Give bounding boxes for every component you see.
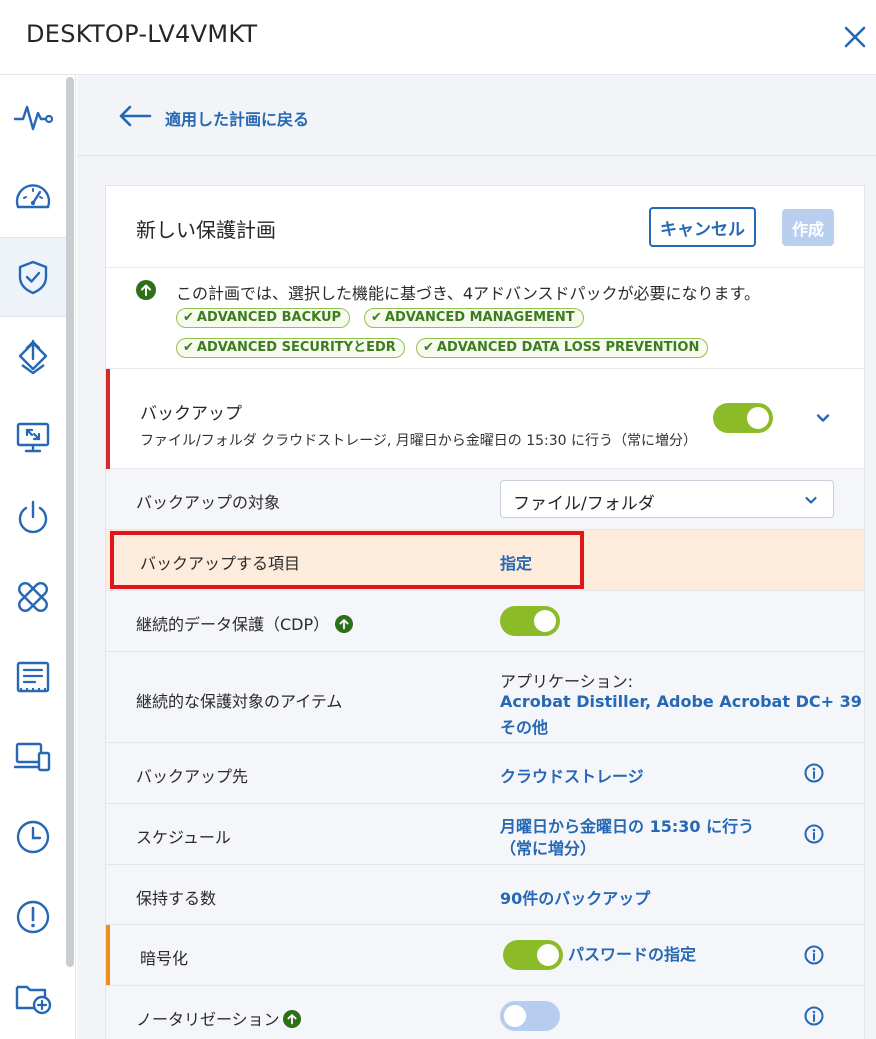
cdp-toggle[interactable] — [500, 606, 560, 636]
protection-plan-card: 新しい保護計画 キャンセル 作成 この計画では、選択した機能に基づき、4アドバン… — [105, 185, 865, 1039]
warning-indicator-bar — [106, 925, 110, 985]
plan-header: 新しい保護計画 キャンセル 作成 — [106, 186, 864, 268]
backup-toggle[interactable] — [713, 403, 773, 433]
backup-section-title: バックアップ — [140, 404, 242, 424]
toggle-knob — [747, 407, 769, 429]
info-icon[interactable] — [804, 1006, 824, 1026]
pack-tag-dlp: ✔ ADVANCED DATA LOSS PREVENTION — [416, 338, 709, 358]
history-clock-icon — [16, 820, 50, 854]
sidebar-item-devices[interactable] — [0, 717, 66, 797]
chevron-down-icon — [805, 496, 817, 504]
upgrade-arrow-icon — [282, 1010, 301, 1028]
shield-check-icon — [18, 260, 48, 295]
destination-label: バックアップ先 — [136, 767, 249, 786]
check-icon: ✔ — [371, 310, 382, 325]
row-backup-items[interactable]: バックアップする項目 指定 — [106, 530, 864, 591]
back-to-plan-link[interactable]: 適用した計画に戻る — [165, 106, 309, 130]
schedule-link[interactable]: 月曜日から金曜日の 15:30 に行う — [500, 813, 754, 837]
check-icon: ✔ — [183, 310, 194, 325]
row-notarization: ノータリゼーション — [106, 986, 864, 1039]
sidebar-item-activity[interactable] — [0, 77, 66, 157]
backup-target-select[interactable]: ファイル/フォルダ — [500, 480, 834, 518]
backup-items-label: バックアップする項目 — [140, 554, 301, 573]
row-destination: バックアップ先 クラウドストレージ — [106, 743, 864, 804]
pack-tag-management: ✔ ADVANCED MANAGEMENT — [364, 308, 584, 328]
cdp-items-apps-link[interactable]: Acrobat Distiller, Adobe Acrobat DC+ 39 — [500, 692, 862, 711]
upgrade-arrow-icon — [335, 615, 354, 633]
patch-icon — [18, 582, 48, 612]
back-link-bar: 適用した計画に戻る — [77, 75, 876, 156]
info-icon[interactable] — [804, 763, 824, 783]
sidebar-item-patch[interactable] — [0, 557, 66, 637]
sidebar-scrollbar[interactable] — [66, 77, 74, 967]
alert-icon — [16, 900, 50, 934]
info-icon[interactable] — [804, 945, 824, 965]
row-cdp-items: 継続的な保護対象のアイテム アプリケーション: Acrobat Distille… — [106, 652, 864, 743]
notarization-label: ノータリゼーション — [136, 1006, 301, 1030]
error-indicator-bar — [106, 369, 110, 469]
pack-tag-backup: ✔ ADVANCED BACKUP — [176, 308, 351, 328]
cdp-label: 継続的データ保護（CDP） — [136, 611, 354, 635]
title-bar: DESKTOP-LV4VMKT — [0, 0, 876, 75]
sidebar-item-inventory[interactable] — [0, 637, 66, 717]
backup-section[interactable]: バックアップ ファイル/フォルダ クラウドストレージ, 月曜日から金曜日の 15… — [106, 369, 864, 469]
add-folder-icon — [15, 985, 52, 1015]
chevron-down-icon[interactable] — [814, 409, 832, 427]
sidebar-item-add-folder[interactable] — [0, 957, 66, 1037]
sidebar-item-history[interactable] — [0, 797, 66, 877]
cancel-button[interactable]: キャンセル — [649, 207, 756, 247]
destination-link[interactable]: クラウドストレージ — [500, 763, 644, 787]
close-icon[interactable] — [838, 20, 872, 54]
backup-section-summary: ファイル/フォルダ クラウドストレージ, 月曜日から金曜日の 15:30 に行う… — [140, 433, 698, 449]
toggle-knob — [534, 610, 556, 632]
row-backup-target: バックアップの対象 ファイル/フォルダ — [106, 469, 864, 530]
remote-desktop-icon — [16, 422, 50, 453]
check-icon: ✔ — [423, 340, 434, 355]
toggle-knob — [504, 1005, 526, 1027]
license-notice: この計画では、選択した機能に基づき、4アドバンスドパックが必要になります。 ✔ A… — [106, 268, 864, 369]
back-arrow-icon[interactable] — [117, 103, 153, 129]
power-icon — [18, 500, 48, 534]
row-retention: 保持する数 90件のバックアップ — [106, 865, 864, 925]
backup-items-specify-link[interactable]: 指定 — [500, 550, 532, 574]
sidebar-item-alerts[interactable] — [0, 877, 66, 957]
schedule-mode[interactable]: （常に増分） — [500, 835, 596, 859]
retention-link[interactable]: 90件のバックアップ — [500, 885, 650, 909]
encryption-password-link[interactable]: パスワードの指定 — [568, 941, 696, 965]
toggle-knob — [537, 944, 559, 966]
row-schedule: スケジュール 月曜日から金曜日の 15:30 に行う （常に増分） — [106, 804, 864, 865]
sidebar-item-remote[interactable] — [0, 397, 66, 477]
create-button[interactable]: 作成 — [782, 209, 834, 246]
pack-tag-security-edr: ✔ ADVANCED SECURITYとEDR — [176, 338, 405, 358]
schedule-label: スケジュール — [136, 828, 231, 847]
sidebar — [0, 75, 76, 1039]
license-notice-text: この計画では、選択した機能に基づき、4アドバンスドパックが必要になります。 — [176, 284, 760, 303]
encryption-label: 暗号化 — [140, 949, 189, 968]
row-encryption: 暗号化 パスワードの指定 — [106, 925, 864, 986]
row-cdp: 継続的データ保護（CDP） — [106, 591, 864, 652]
sidebar-item-protection[interactable] — [0, 237, 66, 317]
sidebar-item-dashboard[interactable] — [0, 157, 66, 237]
encryption-toggle[interactable] — [503, 940, 563, 970]
sidebar-item-power[interactable] — [0, 477, 66, 557]
notarization-toggle[interactable] — [500, 1001, 560, 1031]
check-icon: ✔ — [183, 340, 194, 355]
cdp-items-more-link[interactable]: その他 — [500, 714, 548, 738]
main-panel: 適用した計画に戻る 新しい保護計画 キャンセル 作成 この計画では、選択した機能… — [77, 75, 876, 1039]
info-icon[interactable] — [804, 824, 824, 844]
cdp-items-label: 継続的な保護対象のアイテム — [136, 692, 343, 711]
devices-icon — [13, 742, 51, 772]
dashboard-gauge-icon — [15, 184, 51, 209]
upgrade-arrow-icon — [136, 280, 156, 300]
cdp-items-heading: アプリケーション: — [500, 672, 634, 691]
sidebar-item-software[interactable] — [0, 317, 66, 397]
activity-icon — [13, 105, 53, 131]
window-title: DESKTOP-LV4VMKT — [26, 20, 258, 48]
plan-title: 新しい保護計画 — [136, 218, 276, 242]
backup-target-label: バックアップの対象 — [136, 493, 281, 512]
software-management-icon — [18, 339, 48, 375]
retention-label: 保持する数 — [136, 889, 217, 908]
inventory-icon — [16, 661, 50, 693]
backup-target-value: ファイル/フォルダ — [513, 494, 655, 514]
